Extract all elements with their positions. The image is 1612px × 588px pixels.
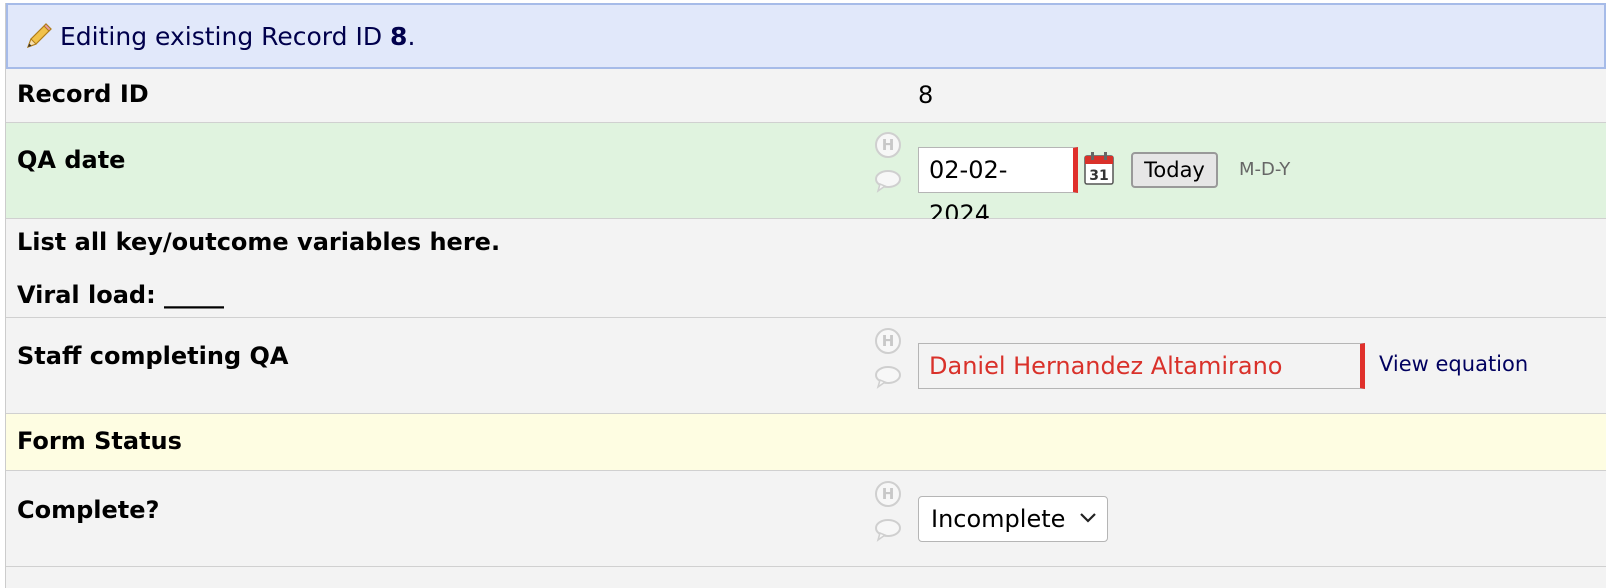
staff-row: Staff completing QA H Daniel Hernandez A… bbox=[6, 318, 1606, 414]
banner-suffix: . bbox=[407, 21, 416, 51]
instructions-text: List all key/outcome variables here. bbox=[17, 228, 501, 256]
editing-record-banner: Editing existing Record ID 8. bbox=[6, 3, 1606, 69]
complete-label: Complete? bbox=[17, 496, 160, 524]
date-format-hint: M-D-Y bbox=[1239, 159, 1291, 180]
qa-date-input[interactable]: 02-02-2024 bbox=[918, 147, 1078, 228]
complete-status-select[interactable]: Incomplete bbox=[918, 496, 1108, 542]
form-status-header: Form Status bbox=[6, 414, 1606, 471]
record-id-label: Record ID bbox=[17, 80, 149, 108]
calendar-icon[interactable]: 31 bbox=[1084, 151, 1114, 185]
pencil-icon bbox=[26, 23, 52, 49]
record-id-row: Record ID 8 bbox=[6, 69, 1606, 123]
comment-icon[interactable] bbox=[873, 365, 903, 389]
chevron-down-icon bbox=[1080, 513, 1096, 523]
record-id-value: 8 bbox=[918, 81, 934, 109]
complete-selected-value: Incomplete bbox=[931, 505, 1066, 533]
form-status-label: Form Status bbox=[17, 427, 182, 455]
today-button[interactable]: Today bbox=[1131, 152, 1218, 188]
staff-calc-field[interactable]: Daniel Hernandez Altamirano bbox=[918, 343, 1365, 389]
history-icon[interactable]: H bbox=[875, 328, 901, 354]
qa-date-row: QA date H 02-02-2024 31 Today M-D-Y bbox=[6, 123, 1606, 228]
calendar-day-text: 31 bbox=[1089, 168, 1108, 184]
history-icon[interactable]: H bbox=[875, 481, 901, 507]
view-equation-link[interactable]: View equation bbox=[1379, 352, 1528, 376]
next-row-edge bbox=[6, 567, 1606, 588]
staff-label: Staff completing QA bbox=[17, 342, 289, 370]
descriptive-text-row: List all key/outcome variables here. Vir… bbox=[6, 219, 1606, 318]
banner-text: Editing existing Record ID 8. bbox=[60, 22, 415, 51]
history-icon[interactable]: H bbox=[875, 132, 901, 158]
data-entry-form: Editing existing Record ID 8. Record ID … bbox=[5, 3, 1606, 588]
banner-prefix: Editing existing Record ID bbox=[60, 21, 391, 51]
viral-load-text: Viral load: _____ bbox=[17, 281, 225, 309]
complete-row: Complete? H Incomplete bbox=[6, 471, 1606, 567]
comment-icon[interactable] bbox=[873, 518, 903, 542]
comment-icon[interactable] bbox=[873, 169, 903, 193]
qa-date-label: QA date bbox=[17, 146, 126, 174]
banner-record-id: 8 bbox=[390, 21, 408, 51]
